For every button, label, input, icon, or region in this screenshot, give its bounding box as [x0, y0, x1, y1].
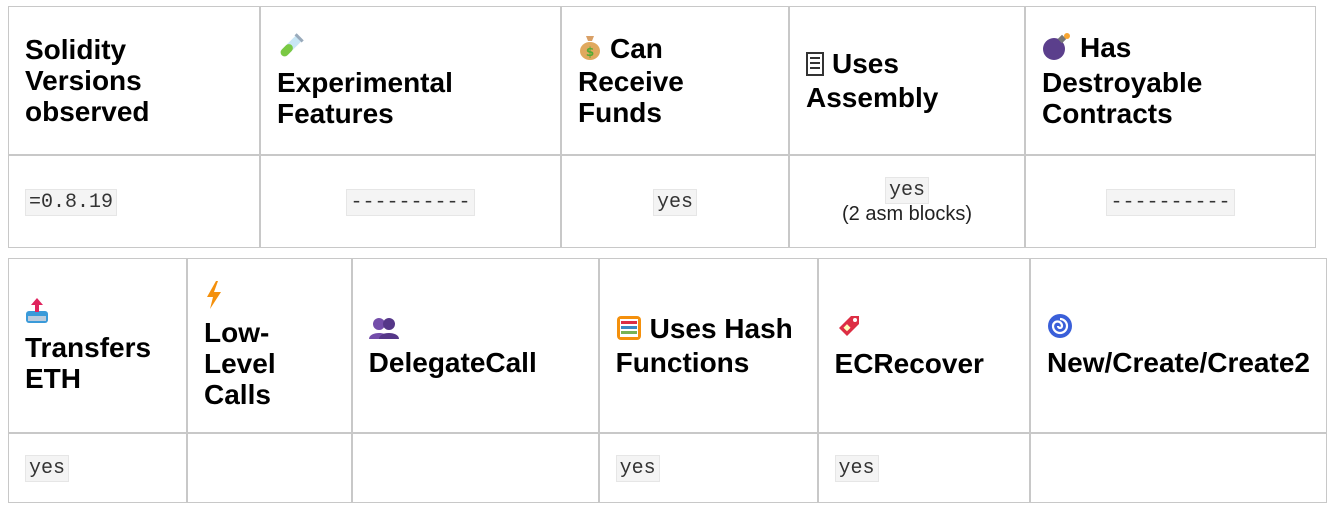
- cyclone-icon: [1047, 313, 1310, 345]
- value-destroyable-contracts: ----------: [1025, 155, 1316, 248]
- header-label: Experimental Features: [277, 66, 453, 129]
- summary-table-1: Solidity Versions observed Experimental …: [8, 6, 1316, 248]
- code-value: yes: [652, 188, 697, 216]
- code-value: yes: [834, 455, 879, 482]
- outbox-tray-icon: [25, 297, 170, 330]
- value-uses-assembly: yes (2 asm blocks): [789, 155, 1025, 248]
- value-row: yes yes yes: [8, 433, 1327, 503]
- header-uses-hash-functions: Uses Hash Functions: [598, 258, 818, 433]
- header-label: Solidity Versions observed: [25, 34, 150, 127]
- header-row: Solidity Versions observed Experimental …: [8, 6, 1316, 155]
- header-label: New/Create/Create2: [1046, 347, 1310, 378]
- value-delegatecall: [351, 433, 599, 503]
- value-new-create: [1029, 433, 1327, 503]
- busts-icon: [368, 314, 582, 345]
- tag-icon: [835, 312, 1013, 346]
- code-value: yes: [884, 176, 929, 204]
- header-uses-assembly: Uses Assembly: [789, 6, 1025, 155]
- header-label: DelegateCall: [368, 346, 537, 378]
- header-row: Transfers ETH Low-Level Calls DelegateCa…: [8, 258, 1327, 433]
- value-row: =0.8.19 ---------- yes yes (2 asm blocks…: [8, 155, 1316, 248]
- code-value: ----------: [1106, 188, 1235, 216]
- value-transfers-eth: yes: [8, 433, 187, 503]
- header-new-create: New/Create/Create2: [1029, 258, 1327, 433]
- memo-icon: [806, 51, 824, 82]
- asm-blocks-note: (2 asm blocks): [841, 202, 973, 225]
- lightning-icon: [204, 281, 335, 315]
- header-label: Transfers ETH: [25, 331, 152, 394]
- header-transfers-eth: Transfers ETH: [8, 258, 187, 433]
- header-ecrecover: ECRecover: [817, 258, 1030, 433]
- header-label: ECRecover: [834, 348, 984, 379]
- header-label: Uses Assembly: [806, 48, 939, 113]
- value-can-receive-funds: yes: [561, 155, 789, 248]
- test-tube-icon: [277, 32, 544, 65]
- money-bag-icon: $: [578, 34, 602, 66]
- abacus-icon: [616, 315, 642, 347]
- bomb-icon: [1042, 32, 1072, 67]
- value-low-level-calls: [187, 433, 352, 503]
- header-destroyable-contracts: Has Destroyable Contracts: [1025, 6, 1316, 155]
- value-uses-hash-functions: yes: [598, 433, 818, 503]
- header-delegatecall: DelegateCall: [351, 258, 599, 433]
- code-value: yes: [615, 455, 660, 482]
- code-value: yes: [25, 455, 70, 482]
- value-experimental-features: ----------: [260, 155, 561, 248]
- header-label: Uses Hash Functions: [615, 313, 793, 378]
- header-can-receive-funds: $ Can Receive Funds: [561, 6, 789, 155]
- summary-table-2: Transfers ETH Low-Level Calls DelegateCa…: [8, 258, 1327, 503]
- header-solidity-versions: Solidity Versions observed: [8, 6, 260, 155]
- value-solidity-versions: =0.8.19: [8, 155, 260, 248]
- code-value: ----------: [346, 188, 475, 216]
- svg-text:$: $: [586, 45, 594, 59]
- header-experimental-features: Experimental Features: [260, 6, 561, 155]
- value-ecrecover: yes: [817, 433, 1030, 503]
- header-low-level-calls: Low-Level Calls: [187, 258, 352, 433]
- header-label: Low-Level Calls: [204, 317, 276, 410]
- code-value: =0.8.19: [25, 188, 118, 216]
